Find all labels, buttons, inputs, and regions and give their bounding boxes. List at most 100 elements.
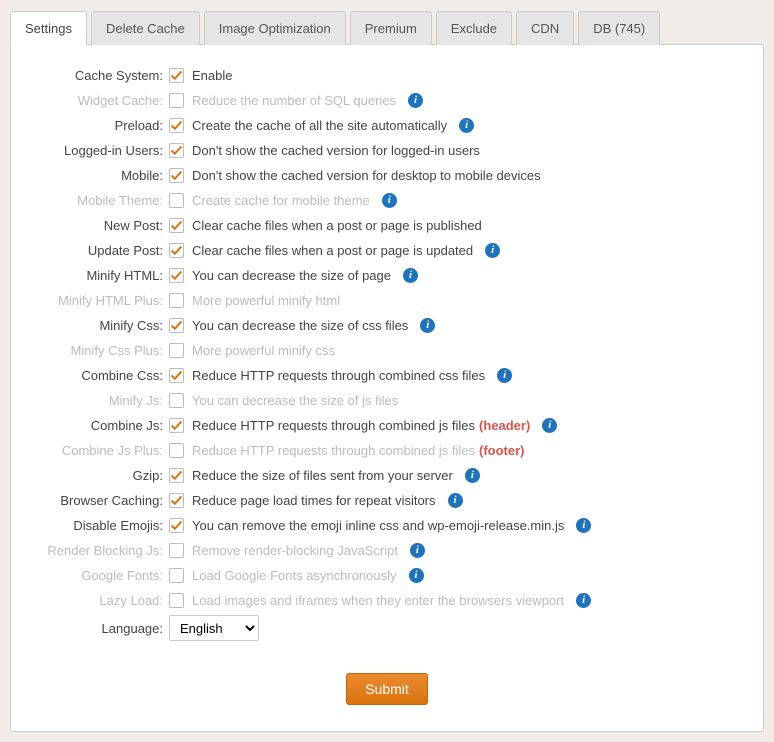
info-icon[interactable]: i — [497, 368, 512, 383]
setting-row-3: Logged-in Users: Don't show the cached ve… — [31, 138, 743, 163]
info-icon[interactable]: i — [485, 243, 500, 258]
checkbox — [169, 93, 184, 108]
setting-desc: Reduce HTTP requests through combined cs… — [192, 368, 485, 383]
setting-row-6: New Post: Clear cache files when a post o… — [31, 213, 743, 238]
setting-row-15: Combine Js Plus:Reduce HTTP requests thr… — [31, 438, 743, 463]
setting-label: Logged-in Users: — [31, 143, 169, 158]
setting-desc: Don't show the cached version for logged… — [192, 143, 480, 158]
setting-row-12: Combine Css: Reduce HTTP requests through… — [31, 363, 743, 388]
setting-label: Cache System: — [31, 68, 169, 83]
tab-3[interactable]: Premium — [350, 11, 432, 45]
setting-desc: Create the cache of all the site automat… — [192, 118, 447, 133]
tabs-bar: SettingsDelete CacheImage OptimizationPr… — [10, 10, 764, 44]
setting-label: Disable Emojis: — [31, 518, 169, 533]
checkbox[interactable] — [169, 243, 184, 258]
info-icon[interactable]: i — [459, 118, 474, 133]
setting-label: Mobile: — [31, 168, 169, 183]
setting-desc: You can decrease the size of css files — [192, 318, 408, 333]
setting-row-4: Mobile: Don't show the cached version for… — [31, 163, 743, 188]
setting-desc: Remove render-blocking JavaScript — [192, 543, 398, 558]
setting-label: Widget Cache: — [31, 93, 169, 108]
checkbox — [169, 393, 184, 408]
checkbox[interactable] — [169, 368, 184, 383]
info-icon[interactable]: i — [408, 93, 423, 108]
setting-label: Gzip: — [31, 468, 169, 483]
info-icon[interactable]: i — [465, 468, 480, 483]
tab-2[interactable]: Image Optimization — [204, 11, 346, 45]
info-icon[interactable]: i — [420, 318, 435, 333]
tab-5[interactable]: CDN — [516, 11, 574, 45]
setting-desc: Reduce page load times for repeat visito… — [192, 493, 436, 508]
checkbox — [169, 568, 184, 583]
setting-desc: Enable — [192, 68, 232, 83]
tab-4[interactable]: Exclude — [436, 11, 512, 45]
tab-6[interactable]: DB (745) — [578, 11, 660, 45]
setting-label: Minify HTML Plus: — [31, 293, 169, 308]
tab-0[interactable]: Settings — [10, 11, 87, 45]
setting-desc: More powerful minify css — [192, 343, 335, 358]
info-icon[interactable]: i — [448, 493, 463, 508]
setting-row-8: Minify HTML:You can decrease the size of… — [31, 263, 743, 288]
tab-1[interactable]: Delete Cache — [91, 11, 200, 45]
checkbox[interactable] — [169, 468, 184, 483]
setting-desc: Load Google Fonts asynchronously — [192, 568, 397, 583]
setting-desc: Create cache for mobile theme — [192, 193, 370, 208]
setting-desc: You can remove the emoji inline css and … — [192, 518, 564, 533]
setting-label: Minify Js: — [31, 393, 169, 408]
setting-row-1: Widget Cache: Reduce the number of SQL qu… — [31, 88, 743, 113]
checkbox — [169, 593, 184, 608]
setting-desc: More powerful minify html — [192, 293, 340, 308]
setting-label: Minify Css: — [31, 318, 169, 333]
setting-desc: Reduce the size of files sent from your … — [192, 468, 453, 483]
setting-label: Minify Css Plus: — [31, 343, 169, 358]
setting-row-18: Disable Emojis: You can remove the emoji … — [31, 513, 743, 538]
checkbox[interactable] — [169, 143, 184, 158]
setting-row-11: Minify Css Plus: More powerful minify css — [31, 338, 743, 363]
setting-desc: Load images and iframes when they enter … — [192, 593, 564, 608]
language-select[interactable]: English — [169, 615, 259, 641]
setting-row-16: Gzip: Reduce the size of files sent from … — [31, 463, 743, 488]
checkbox[interactable] — [169, 318, 184, 333]
setting-row-0: Cache System: Enable — [31, 63, 743, 88]
checkbox[interactable] — [169, 168, 184, 183]
setting-label: Lazy Load: — [31, 593, 169, 608]
checkbox[interactable] — [169, 118, 184, 133]
setting-label: New Post: — [31, 218, 169, 233]
setting-label: Combine Css: — [31, 368, 169, 383]
checkbox[interactable] — [169, 518, 184, 533]
setting-label: Mobile Theme: — [31, 193, 169, 208]
info-icon[interactable]: i — [409, 568, 424, 583]
setting-desc: Reduce the number of SQL queries — [192, 93, 396, 108]
setting-row-10: Minify Css: You can decrease the size of … — [31, 313, 743, 338]
checkbox[interactable] — [169, 268, 184, 283]
setting-label: Minify HTML: — [31, 268, 169, 283]
checkbox[interactable] — [169, 68, 184, 83]
setting-label: Combine Js Plus: — [31, 443, 169, 458]
info-icon[interactable]: i — [403, 268, 418, 283]
setting-desc: Don't show the cached version for deskto… — [192, 168, 541, 183]
setting-label: Update Post: — [31, 243, 169, 258]
info-icon[interactable]: i — [410, 543, 425, 558]
info-icon[interactable]: i — [576, 518, 591, 533]
setting-label: Combine Js: — [31, 418, 169, 433]
setting-desc: Clear cache files when a post or page is… — [192, 218, 482, 233]
setting-row-5: Mobile Theme: Create cache for mobile the… — [31, 188, 743, 213]
checkbox[interactable] — [169, 493, 184, 508]
info-icon[interactable]: i — [576, 593, 591, 608]
info-icon[interactable]: i — [382, 193, 397, 208]
setting-extra: (footer) — [479, 443, 525, 458]
setting-desc: Reduce HTTP requests through combined js… — [192, 418, 475, 433]
setting-row-21: Lazy Load: Load images and iframes when t… — [31, 588, 743, 613]
setting-desc: Clear cache files when a post or page is… — [192, 243, 473, 258]
setting-label: Google Fonts: — [31, 568, 169, 583]
setting-row-13: Minify Js:You can decrease the size of j… — [31, 388, 743, 413]
checkbox[interactable] — [169, 218, 184, 233]
checkbox — [169, 443, 184, 458]
checkbox[interactable] — [169, 418, 184, 433]
setting-label: Preload: — [31, 118, 169, 133]
info-icon[interactable]: i — [542, 418, 557, 433]
checkbox — [169, 543, 184, 558]
setting-row-7: Update Post: Clear cache files when a pos… — [31, 238, 743, 263]
submit-button[interactable]: Submit — [346, 673, 428, 705]
setting-row-20: Google Fonts: Load Google Fonts asynchron… — [31, 563, 743, 588]
